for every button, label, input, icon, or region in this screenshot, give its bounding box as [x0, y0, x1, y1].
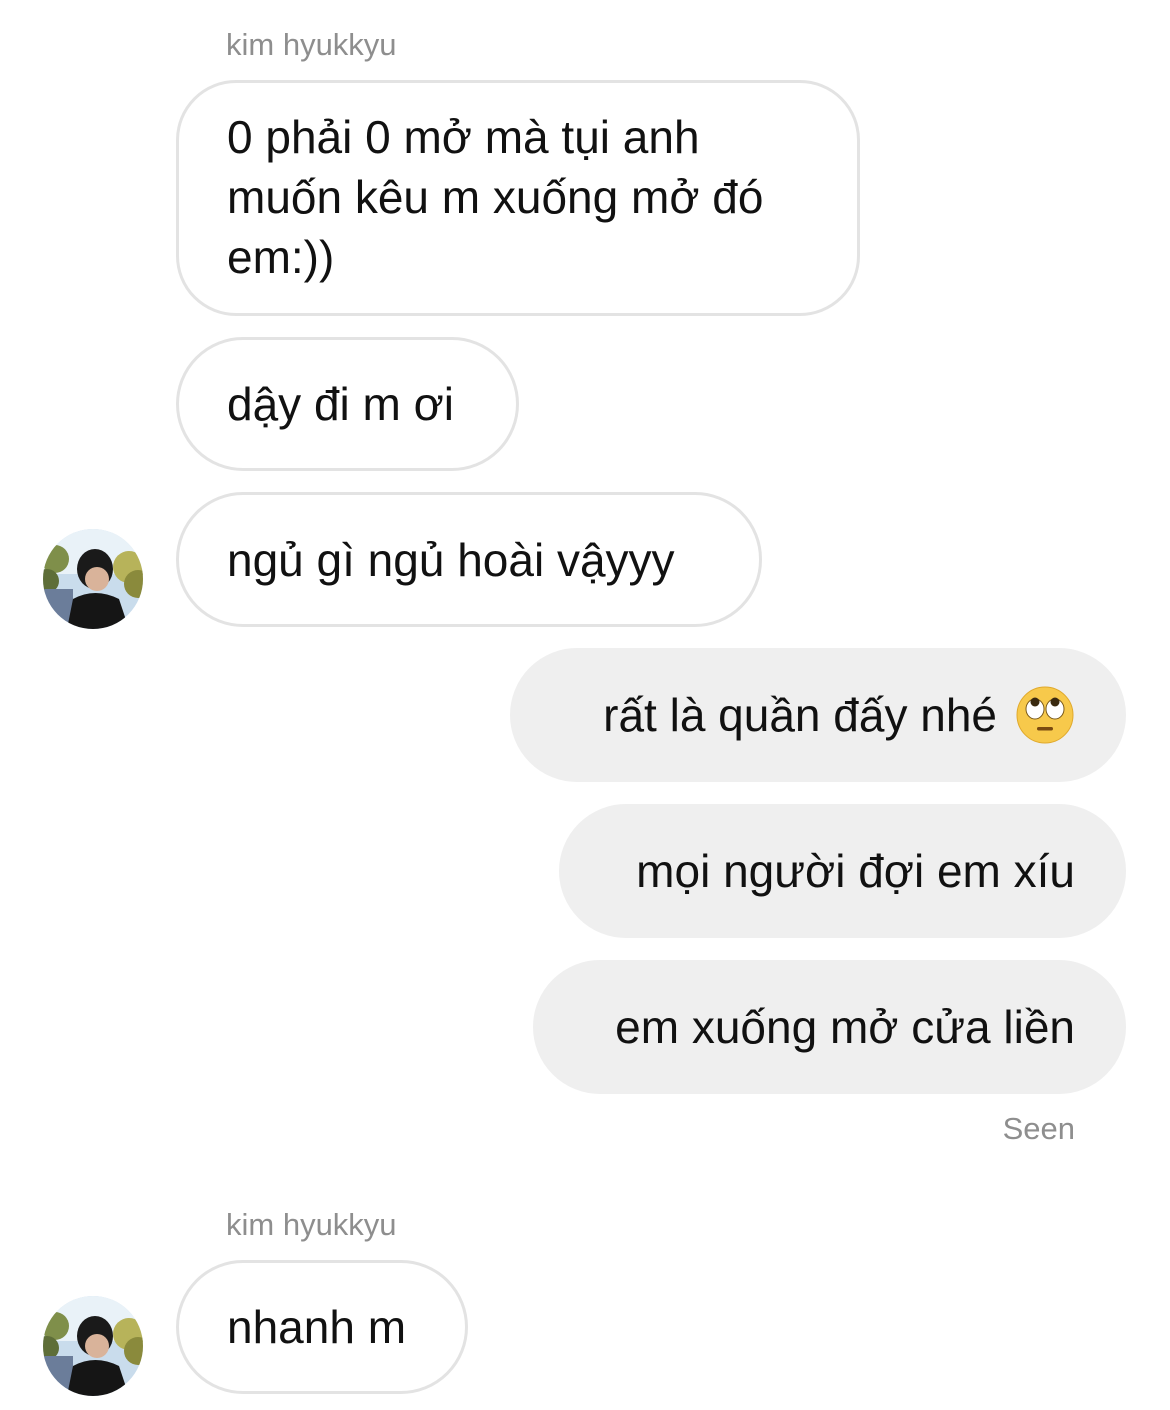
message-text: nhanh m	[227, 1301, 407, 1353]
message-bubble-outgoing[interactable]: rất là quần đấy nhé	[510, 648, 1126, 782]
message-text: 0 phải 0 mở mà tụi anh muốn kêu m xuống …	[227, 111, 764, 283]
message-text: em xuống mở cửa liền	[615, 1001, 1075, 1053]
message-bubble-incoming[interactable]: dậy đi m ơi	[176, 337, 519, 471]
message-text: ngủ gì ngủ hoài vậyyy	[227, 533, 675, 586]
avatar[interactable]	[43, 529, 143, 629]
seen-status: Seen	[1002, 1111, 1075, 1146]
sender-name: kim hyukkyu	[226, 1207, 397, 1242]
message-bubble-incoming[interactable]: ngủ gì ngủ hoài vậyyy	[176, 492, 762, 627]
message-text: mọi người đợi em xíu	[636, 845, 1075, 897]
message-bubble-outgoing[interactable]: em xuống mở cửa liền	[533, 960, 1126, 1094]
avatar[interactable]	[43, 1296, 143, 1396]
message-bubble-outgoing[interactable]: mọi người đợi em xíu	[559, 804, 1126, 938]
message-text: dậy đi m ơi	[227, 378, 455, 430]
message-text: rất là quần đấy nhé	[603, 689, 997, 741]
face-with-rolling-eyes-icon	[1015, 685, 1075, 745]
sender-name: kim hyukkyu	[226, 27, 397, 62]
message-bubble-incoming[interactable]: nhanh m	[176, 1260, 468, 1394]
message-bubble-incoming[interactable]: 0 phải 0 mở mà tụi anh muốn kêu m xuống …	[176, 80, 860, 316]
